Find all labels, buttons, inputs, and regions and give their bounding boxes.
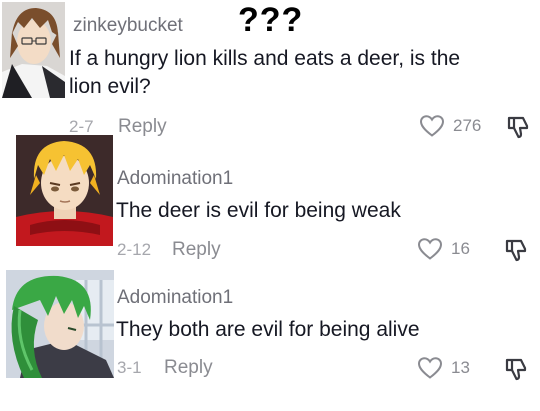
comment-date: 3-1: [117, 358, 142, 377]
comment-1: zinkeybucket If a hungry lion kills and …: [0, 0, 540, 140]
like-count: 16: [451, 239, 470, 258]
reply-button[interactable]: Reply: [172, 239, 221, 261]
like-count: 276: [453, 116, 482, 135]
dislike-button[interactable]: [503, 237, 529, 268]
like-count: 13: [451, 358, 470, 377]
comment-date: 2-12: [117, 240, 152, 259]
like-button[interactable]: 13: [417, 356, 470, 380]
green-hair-anime-avatar-icon: [6, 270, 114, 378]
like-button[interactable]: 16: [417, 237, 470, 261]
comment-username[interactable]: zinkeybucket: [73, 15, 183, 37]
brown-hair-anime-boy-avatar-icon: [2, 2, 65, 98]
comment-username[interactable]: Adomination1: [117, 168, 233, 190]
avatar[interactable]: [6, 270, 114, 378]
comment-text: They both are evil for being alive: [116, 318, 420, 341]
heart-icon: [417, 357, 443, 379]
comment-text-line: lion evil?: [69, 75, 151, 98]
heart-icon: [417, 238, 443, 260]
reply-button[interactable]: Reply: [164, 357, 213, 379]
comment-text: The deer is evil for being weak: [116, 199, 401, 222]
blonde-anime-boy-avatar-icon: [16, 135, 113, 246]
thumbs-down-icon: [505, 239, 527, 262]
comment-2: Adomination1 The deer is evil for being …: [0, 135, 540, 265]
dislike-button[interactable]: [503, 356, 529, 387]
comment-date: 2-7: [69, 117, 94, 136]
comment-username[interactable]: Adomination1: [117, 287, 233, 309]
thumbs-down-icon: [505, 358, 527, 381]
avatar[interactable]: [16, 135, 113, 246]
avatar[interactable]: [2, 2, 65, 98]
comment-text-line: If a hungry lion kills and eats a deer, …: [69, 47, 461, 70]
comment-text: If a hungry lion kills and eats a deer, …: [69, 45, 509, 101]
comment-3: Adomination1 They both are evil for bein…: [0, 270, 540, 411]
